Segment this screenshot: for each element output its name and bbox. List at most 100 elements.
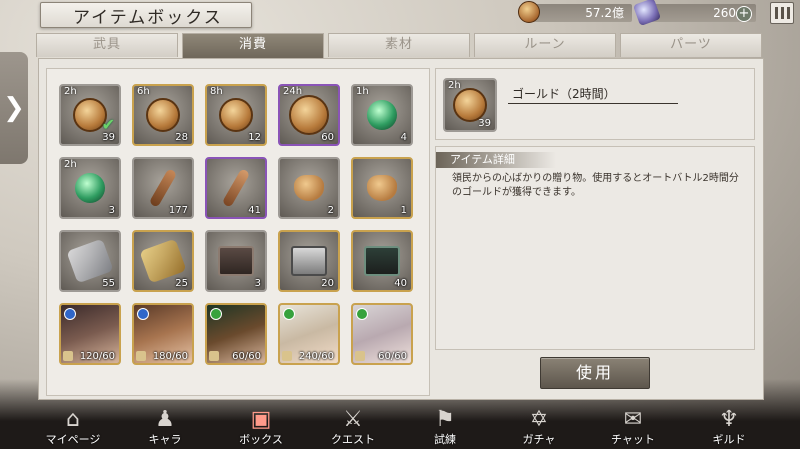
item-grid: 2h ✔ 39 6h 28 8h 12 24h 60 1h 4 2h 3 177 41 2 1 55 25 3 20 40… [46, 68, 430, 396]
item-quantity: 20 [321, 278, 334, 289]
item-quantity: 60 [321, 132, 334, 143]
gold-coin-icon [289, 95, 329, 135]
nav-item-6[interactable]: ✉ チャット [588, 404, 678, 449]
item-slot[interactable]: 24h 60 [278, 84, 340, 146]
nav-label: マイページ [45, 433, 101, 446]
item-slot[interactable]: 240/60 [278, 303, 340, 365]
item-slot[interactable]: 180/60 [132, 303, 194, 365]
nav-label: チャット [611, 433, 655, 446]
item-slot[interactable]: 2 [278, 157, 340, 219]
item-quantity: 3 [108, 205, 115, 216]
item-slot[interactable]: 25 [132, 230, 194, 292]
item-slot[interactable]: 8h 12 [205, 84, 267, 146]
item-quantity: 60/60 [378, 351, 407, 362]
crossed-swords-icon: ⚔ [343, 407, 363, 432]
box-icon: ▣ [250, 407, 272, 432]
fragment-piece-icon [136, 351, 146, 361]
item-duration: 2h [64, 86, 77, 97]
green-orb-icon [75, 173, 105, 203]
item-duration: 6h [137, 86, 150, 97]
item-duration: 8h [210, 86, 223, 97]
item-duration: 2h [448, 80, 461, 91]
green-chest-icon [364, 246, 400, 276]
menu-icon[interactable] [770, 2, 794, 24]
item-slot[interactable]: 41 [205, 157, 267, 219]
fragment-piece-icon [355, 351, 365, 361]
item-slot[interactable]: 3 [205, 230, 267, 292]
nav-item-4[interactable]: ⚑ 試練 [400, 404, 490, 449]
item-slot[interactable]: 55 [59, 230, 121, 292]
item-quantity: 55 [102, 278, 115, 289]
nav-label: ボックス [239, 433, 283, 446]
item-quantity: 60/60 [232, 351, 261, 362]
item-quantity: 2 [327, 205, 334, 216]
item-slot[interactable]: 177 [132, 157, 194, 219]
water-element-icon [64, 308, 76, 320]
nav-item-7[interactable]: ♆ ギルド [684, 404, 774, 449]
item-duration: 2h [64, 159, 77, 170]
nav-item-2[interactable]: ▣ ボックス [216, 404, 306, 449]
silver-scroll-icon [66, 238, 114, 284]
fragment-piece-icon [209, 351, 219, 361]
item-slot[interactable]: 1 [351, 157, 413, 219]
nav-label: クエスト [331, 433, 375, 446]
item-slot[interactable]: 1h 4 [351, 84, 413, 146]
key-icon [221, 168, 251, 208]
bottom-nav: ⌂ マイページ ♟ キャラ ▣ ボックス ⚔ クエスト ⚑ 試練 ✡ ガチャ ✉ チャット ♆ ギルド [0, 404, 800, 449]
flag-icon: ⚑ [435, 407, 455, 432]
tab-2[interactable]: 素材 [328, 33, 470, 57]
nav-item-5[interactable]: ✡ ガチャ [494, 404, 584, 449]
home-icon: ⌂ [66, 407, 80, 432]
nav-label: ギルド [712, 433, 746, 446]
tab-1[interactable]: 消費 [182, 33, 324, 59]
item-detail-title: アイテム詳細 [436, 152, 556, 168]
page-title: アイテムボックス [40, 2, 252, 28]
gold-coin-icon [453, 88, 487, 122]
nav-item-3[interactable]: ⚔ クエスト [308, 404, 398, 449]
item-quantity: 41 [248, 205, 261, 216]
water-element-icon [137, 308, 149, 320]
tab-3[interactable]: ルーン [474, 33, 616, 57]
chest-icon [218, 246, 254, 276]
item-quantity: 3 [254, 278, 261, 289]
nav-item-1[interactable]: ♟ キャラ [120, 404, 210, 449]
side-expand-chevron-icon[interactable]: ❯ [0, 52, 28, 164]
gold-counter: 57.2億 [530, 4, 632, 22]
nav-label: ガチャ [522, 433, 556, 446]
tab-4[interactable]: パーツ [620, 33, 762, 57]
item-slot[interactable]: 120/60 [59, 303, 121, 365]
item-duration: 24h [283, 86, 303, 97]
wind-element-icon [210, 308, 222, 320]
pouch-icon [367, 175, 397, 201]
use-button[interactable]: 使用 [540, 357, 650, 389]
nav-item-0[interactable]: ⌂ マイページ [28, 404, 118, 449]
item-quantity: 12 [248, 132, 261, 143]
item-quantity: 180/60 [152, 351, 188, 362]
green-orb-icon [367, 100, 397, 130]
characters-icon: ♟ [155, 407, 175, 432]
fragment-piece-icon [282, 351, 292, 361]
tab-0[interactable]: 武具 [36, 33, 178, 57]
item-slot[interactable]: 40 [351, 230, 413, 292]
item-quantity: 240/60 [298, 351, 334, 362]
fragment-piece-icon [63, 351, 73, 361]
item-slot[interactable]: 20 [278, 230, 340, 292]
item-slot[interactable]: 2h 3 [59, 157, 121, 219]
item-quantity: 120/60 [79, 351, 115, 362]
item-quantity: 25 [175, 278, 188, 289]
item-duration: 1h [356, 86, 369, 97]
selected-item-thumbnail: 2h 39 [443, 78, 497, 132]
item-slot[interactable]: 2h ✔ 39 [59, 84, 121, 146]
item-slot[interactable]: 60/60 [351, 303, 413, 365]
item-slot[interactable]: 6h 28 [132, 84, 194, 146]
item-slot[interactable]: 60/60 [205, 303, 267, 365]
nav-label: キャラ [148, 433, 182, 446]
key-icon [148, 168, 178, 208]
item-name: ゴールド（2時間） [508, 84, 678, 104]
item-description: 領民からの心ばかりの贈り物。使用するとオートバトル2時間分のゴールドが獲得できま… [452, 173, 739, 198]
buy-gems-plus-icon[interactable]: + [736, 6, 752, 22]
item-quantity: 1 [400, 205, 407, 216]
item-quantity: 40 [394, 278, 407, 289]
pouch-icon [294, 175, 324, 201]
item-quantity: 28 [175, 132, 188, 143]
